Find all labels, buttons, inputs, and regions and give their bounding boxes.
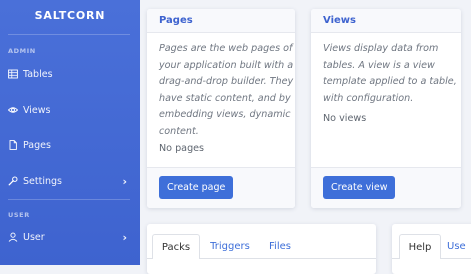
tab-packs[interactable]: Packs [152, 234, 200, 259]
desc-line: template applied to a table, [323, 76, 457, 88]
tab-help[interactable]: Help [399, 234, 441, 259]
section-label-admin: ADMIN [8, 47, 36, 55]
desc-line: your application built with a [159, 59, 294, 71]
file-icon [8, 140, 18, 150]
chevron-right-icon: › [122, 231, 127, 244]
sidebar: SALTCORN ADMIN Tables Views Pages Settin… [0, 0, 140, 265]
sidebar-item-user[interactable]: User › [0, 227, 140, 247]
desc-line: have static content, and by [159, 92, 291, 104]
help-tabs-card: Help Use [392, 224, 471, 274]
sidebar-divider [8, 34, 130, 35]
brand-logo[interactable]: SALTCORN [0, 9, 140, 22]
desc-line: Pages are the web pages of [159, 43, 293, 54]
section-label-user: USER [8, 211, 30, 219]
tab-triggers[interactable]: Triggers [205, 234, 255, 258]
table-icon [8, 69, 18, 79]
sidebar-item-tables[interactable]: Tables [0, 64, 140, 84]
sidebar-item-label: Pages [23, 139, 51, 151]
card-footer: Create page [147, 167, 295, 208]
desc-line: tables. A view is a view [323, 59, 435, 71]
tab-files[interactable]: Files [261, 234, 299, 258]
sidebar-item-label: Views [23, 104, 51, 116]
wrench-icon [8, 176, 18, 186]
sidebar-item-settings[interactable]: Settings › [0, 171, 140, 191]
desc-line: embedding views, dynamic [159, 109, 291, 121]
sidebar-item-label: User [23, 231, 45, 243]
pages-card: Pages Pages are the web pages of your ap… [147, 9, 295, 208]
create-page-button[interactable]: Create page [159, 176, 234, 199]
card-description: Views display data from tables. A view i… [323, 41, 457, 107]
tab-use[interactable]: Use [447, 234, 471, 258]
views-card: Views Views display data from tables. A … [311, 9, 461, 208]
sidebar-item-pages[interactable]: Pages [0, 135, 140, 155]
desc-line: Views display data from [323, 43, 439, 54]
empty-state: No views [323, 113, 367, 124]
card-footer: Create view [311, 167, 461, 208]
desc-line: content. [159, 125, 199, 137]
desc-line: drag-and-drop builder. They [159, 76, 294, 88]
empty-state: No pages [159, 143, 205, 154]
eye-icon [8, 105, 18, 115]
create-view-button[interactable]: Create view [323, 176, 396, 199]
card-description: Pages are the web pages of your applicat… [159, 41, 293, 141]
card-title: Pages [147, 9, 295, 33]
card-title: Views [311, 9, 461, 33]
packs-tabs-card: Packs Triggers Files [147, 224, 376, 274]
desc-line: with configuration. [323, 92, 414, 104]
sidebar-divider [8, 199, 130, 200]
sidebar-item-label: Settings [23, 175, 62, 187]
sidebar-item-views[interactable]: Views [0, 100, 140, 120]
sidebar-item-label: Tables [23, 68, 53, 80]
user-icon [8, 232, 18, 242]
chevron-right-icon: › [122, 175, 127, 188]
